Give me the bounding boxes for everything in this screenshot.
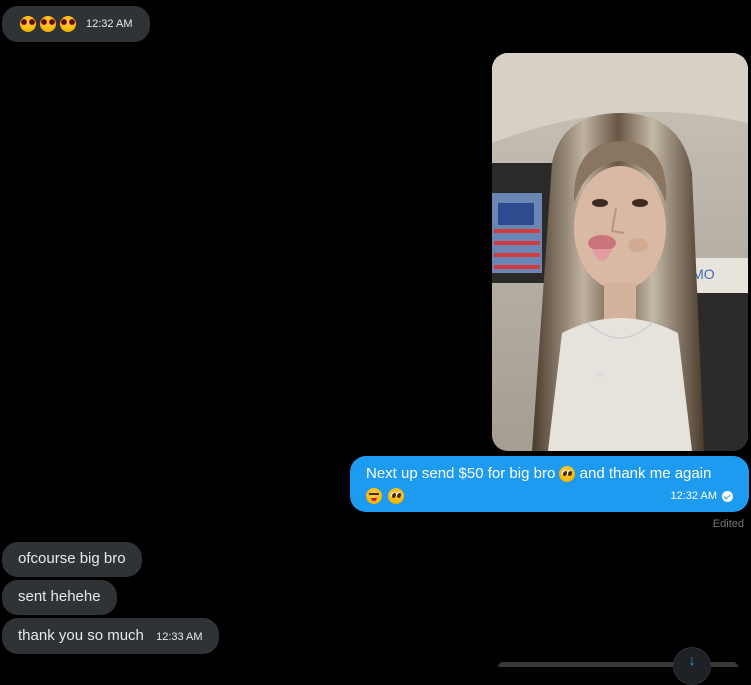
photo-illustration: NMO [492, 53, 748, 451]
message-text: Next up send $50 for big bro and thank m… [366, 465, 712, 483]
scroll-to-bottom-button[interactable]: ↓ [673, 647, 711, 685]
nerd-face-icon [20, 16, 36, 32]
arrow-down-icon: ↓ [688, 652, 696, 668]
message-bubble-received[interactable]: 12:32 AM [2, 6, 150, 42]
pleading-face-icon [388, 488, 404, 504]
message-timestamp: 12:33 AM [156, 631, 203, 643]
message-bubble-sent[interactable]: Next up send $50 for big bro and thank m… [350, 456, 749, 512]
nerd-face-icon [40, 16, 56, 32]
nerd-face-icon [60, 16, 76, 32]
message-bubble-received[interactable]: thank you so much 12:33 AM [2, 618, 219, 654]
message-timestamp: 12:32 AM [670, 490, 717, 502]
message-text: thank you so much [18, 627, 144, 644]
winking-tongue-face-icon [366, 488, 382, 504]
edited-label: Edited [712, 518, 744, 530]
message-second-line: 12:32 AM [366, 486, 733, 506]
message-text: ofcourse big bro [18, 550, 126, 567]
check-circle-icon [722, 490, 733, 502]
message-text: sent hehehe [18, 588, 101, 605]
message-bubble-received[interactable]: ofcourse big bro [2, 542, 142, 577]
emoji-row [20, 16, 76, 32]
sent-photo[interactable]: NMO [492, 53, 748, 451]
pleading-face-icon [559, 466, 576, 483]
message-timestamp: 12:32 AM [86, 18, 133, 30]
message-bubble-received[interactable]: sent hehehe [2, 580, 117, 615]
